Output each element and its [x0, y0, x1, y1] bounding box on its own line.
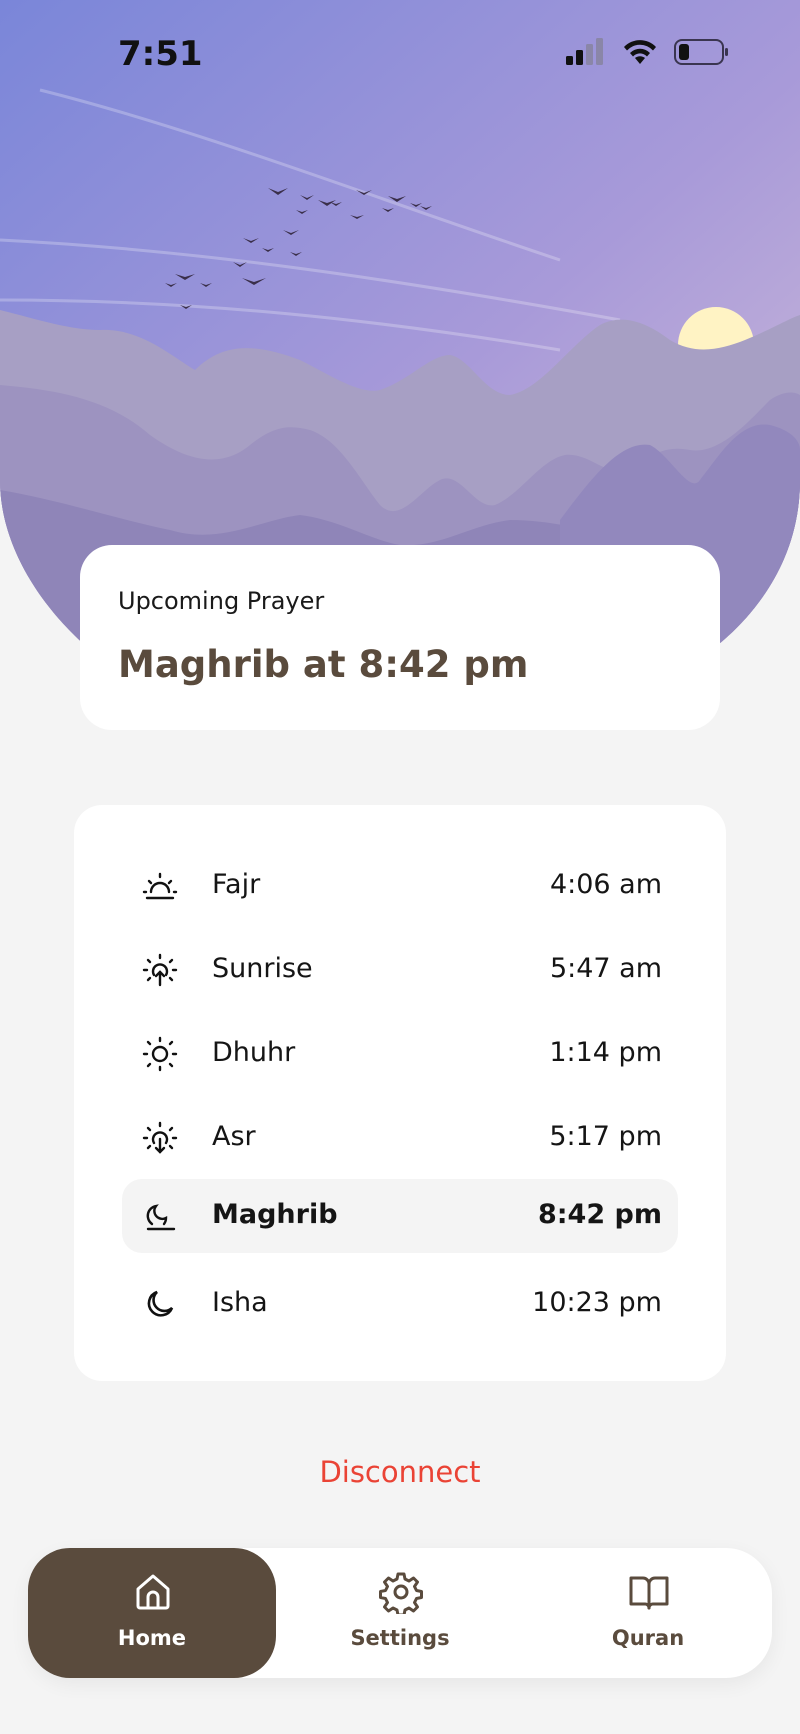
prayer-name: Fajr [212, 869, 261, 900]
tab-settings[interactable]: Settings [276, 1548, 524, 1678]
prayer-row-isha: Isha 10:23 pm [122, 1267, 678, 1341]
wifi-icon [624, 40, 656, 64]
upcoming-prayer-label: Upcoming Prayer [118, 587, 325, 615]
upcoming-prayer-value: Maghrib at 8:42 pm [118, 643, 529, 686]
prayer-time: 10:23 pm [532, 1287, 662, 1318]
status-bar: 7:51 [0, 0, 800, 110]
prayer-time: 5:47 am [549, 953, 662, 984]
prayer-name: Sunrise [212, 953, 313, 984]
prayer-row-sunrise: Sunrise 5:47 am [122, 933, 678, 1007]
tab-label: Settings [350, 1626, 450, 1650]
sunset-icon [142, 1121, 178, 1154]
fajr-icon [142, 872, 178, 900]
gear-icon [379, 1572, 423, 1614]
prayer-name: Isha [212, 1287, 268, 1318]
sun-icon [142, 1036, 178, 1072]
book-icon [629, 1576, 669, 1610]
prayer-name: Maghrib [212, 1199, 338, 1230]
tab-label: Home [117, 1626, 187, 1650]
tab-home[interactable]: Home [28, 1548, 276, 1678]
sunrise-icon [142, 953, 178, 987]
prayer-times-card: Fajr 4:06 am Sunrise 5:47 am Dhuhr 1:14 … [74, 805, 726, 1381]
moon-set-icon [146, 1204, 176, 1231]
status-time: 7:51 [118, 34, 203, 74]
prayer-time: 4:06 am [549, 869, 662, 900]
prayer-row-dhuhr: Dhuhr 1:14 pm [122, 1017, 678, 1091]
moon-icon [147, 1290, 174, 1317]
home-icon [136, 1574, 170, 1610]
prayer-row-fajr: Fajr 4:06 am [122, 849, 678, 923]
prayer-time: 8:42 pm [537, 1199, 662, 1230]
prayer-row-asr: Asr 5:17 pm [122, 1101, 678, 1175]
prayer-time: 1:14 pm [549, 1037, 662, 1068]
prayer-name: Dhuhr [212, 1037, 296, 1068]
status-icons [566, 38, 730, 66]
prayer-name: Asr [212, 1121, 256, 1152]
prayer-time: 5:17 pm [549, 1121, 662, 1152]
prayer-row-maghrib: Maghrib 8:42 pm [122, 1179, 678, 1253]
disconnect-button[interactable]: Disconnect [0, 1455, 800, 1489]
battery-icon [674, 39, 728, 65]
tab-quran[interactable]: Quran [524, 1548, 772, 1678]
cellular-signal-icon [566, 38, 603, 65]
bottom-tab-bar: Home Settings Quran [28, 1548, 772, 1678]
upcoming-prayer-card: Upcoming Prayer Maghrib at 8:42 pm [80, 545, 720, 730]
tab-label: Quran [611, 1626, 685, 1650]
